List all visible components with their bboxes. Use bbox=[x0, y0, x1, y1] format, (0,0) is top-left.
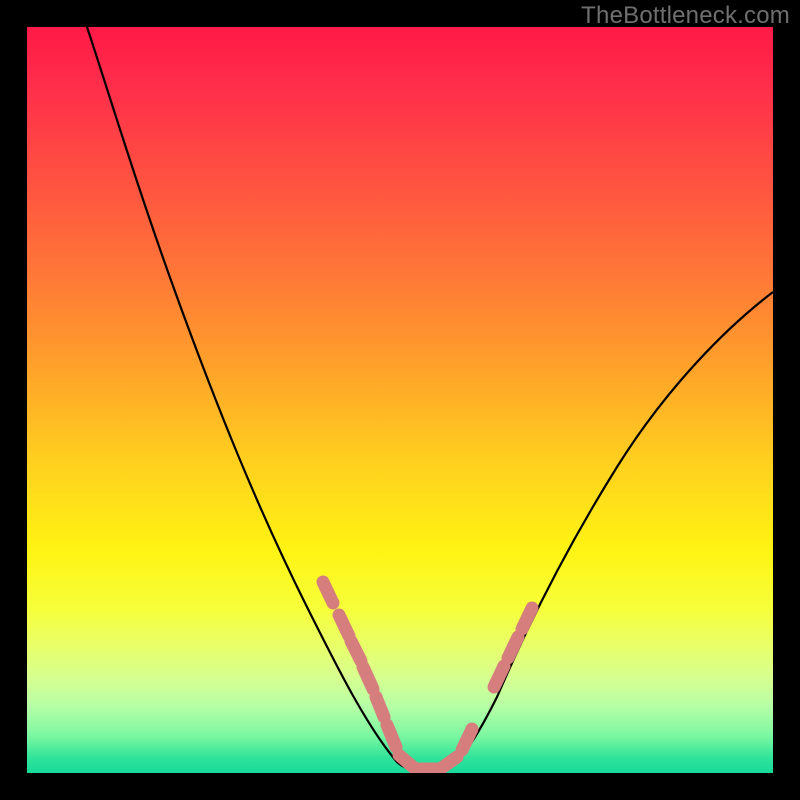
marker-dot bbox=[462, 729, 472, 750]
plot-area bbox=[27, 27, 773, 773]
marker-dot bbox=[508, 637, 518, 658]
marker-dot bbox=[363, 667, 373, 689]
marker-dot bbox=[399, 755, 413, 767]
bottleneck-curve bbox=[87, 27, 773, 772]
marker-dot bbox=[443, 757, 457, 767]
marker-dot bbox=[323, 582, 333, 603]
marker-dot bbox=[522, 608, 532, 629]
marker-dot bbox=[351, 641, 361, 661]
watermark-text: TheBottleneck.com bbox=[581, 2, 790, 30]
chart-frame: TheBottleneck.com bbox=[0, 0, 800, 800]
marker-dot bbox=[376, 697, 384, 717]
marker-dot bbox=[494, 666, 504, 687]
chart-svg bbox=[27, 27, 773, 773]
marker-dot bbox=[387, 725, 396, 747]
marker-group bbox=[323, 582, 532, 769]
marker-dot bbox=[339, 615, 349, 636]
